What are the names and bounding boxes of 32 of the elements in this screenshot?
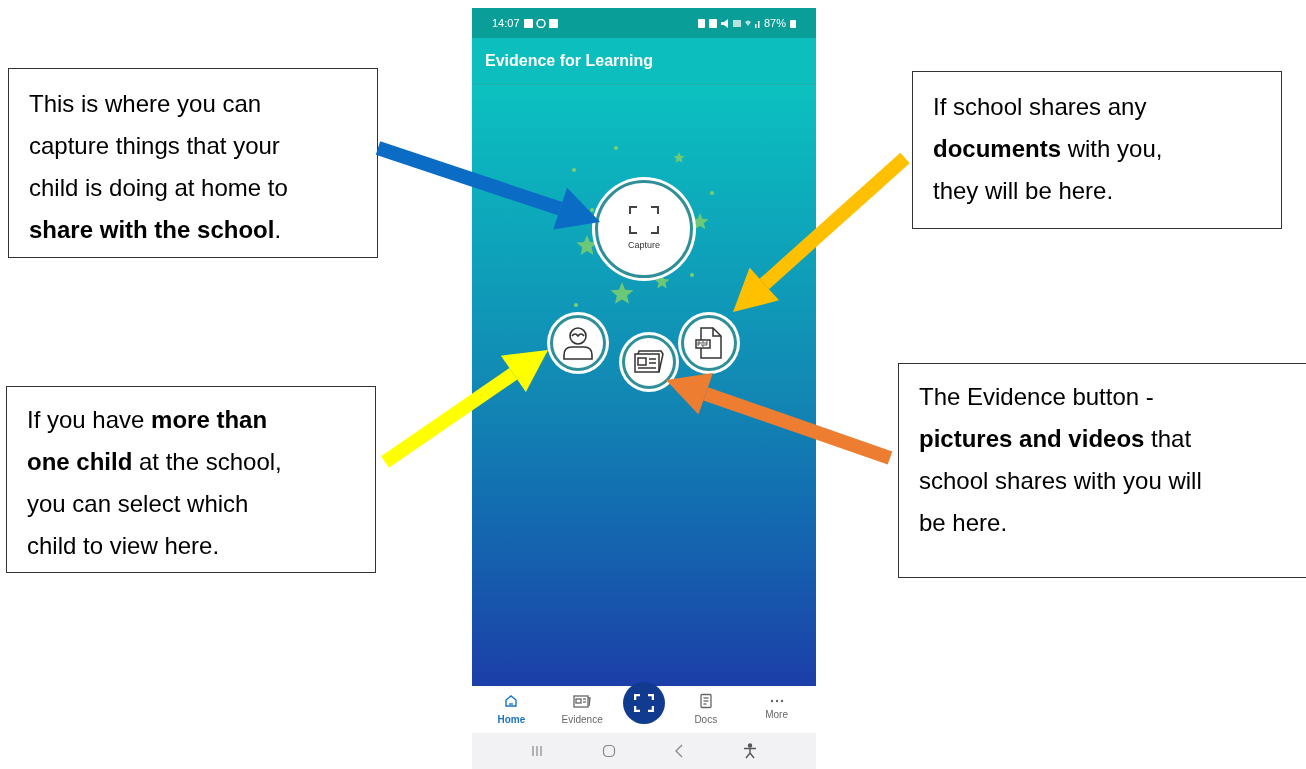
status-time: 14:07 — [492, 15, 520, 31]
nav-tab[interactable]: Evidence — [552, 686, 613, 733]
mute-icon — [720, 18, 729, 28]
person-icon — [562, 326, 594, 360]
evidence-button[interactable] — [622, 335, 676, 389]
capture-label: Capture — [628, 238, 660, 252]
capture-button[interactable]: Capture — [595, 180, 693, 278]
home-icon — [503, 692, 520, 709]
nav-tab[interactable]: Home — [481, 686, 542, 733]
app-title: Evidence for Learning — [485, 51, 654, 71]
docs-button[interactable] — [681, 315, 737, 371]
callout-text: This is where you can capture things that your child is doing at home to share with the school. — [29, 89, 289, 245]
capture-fab[interactable] — [623, 681, 665, 724]
battery-icon — [790, 18, 796, 28]
newspaper-icon — [572, 692, 593, 709]
signal-icon — [754, 18, 760, 28]
nav-tab[interactable]: More — [746, 686, 807, 733]
back-icon[interactable] — [674, 744, 685, 758]
callout-text: The Evidence button - pictures and videos that school shares with you will be here. — [919, 382, 1203, 538]
wifi-icon — [744, 20, 751, 26]
scan-frame-icon — [634, 693, 654, 712]
callout-text: If school shares any documents with you, they will be here. — [933, 92, 1164, 206]
newspaper-icon — [633, 349, 665, 375]
scan-frame-icon — [629, 205, 659, 234]
nav-tab[interactable]: Docs — [675, 686, 736, 733]
document-icon — [698, 692, 713, 709]
child-button[interactable] — [550, 315, 606, 371]
callout-text: If you have more than one child at the school, you can select which child to view here. — [27, 405, 283, 561]
battery-percent: 87% — [763, 15, 786, 31]
more-icon — [768, 697, 785, 704]
pdf-file-icon — [695, 326, 723, 360]
accessibility-icon[interactable] — [742, 743, 757, 759]
